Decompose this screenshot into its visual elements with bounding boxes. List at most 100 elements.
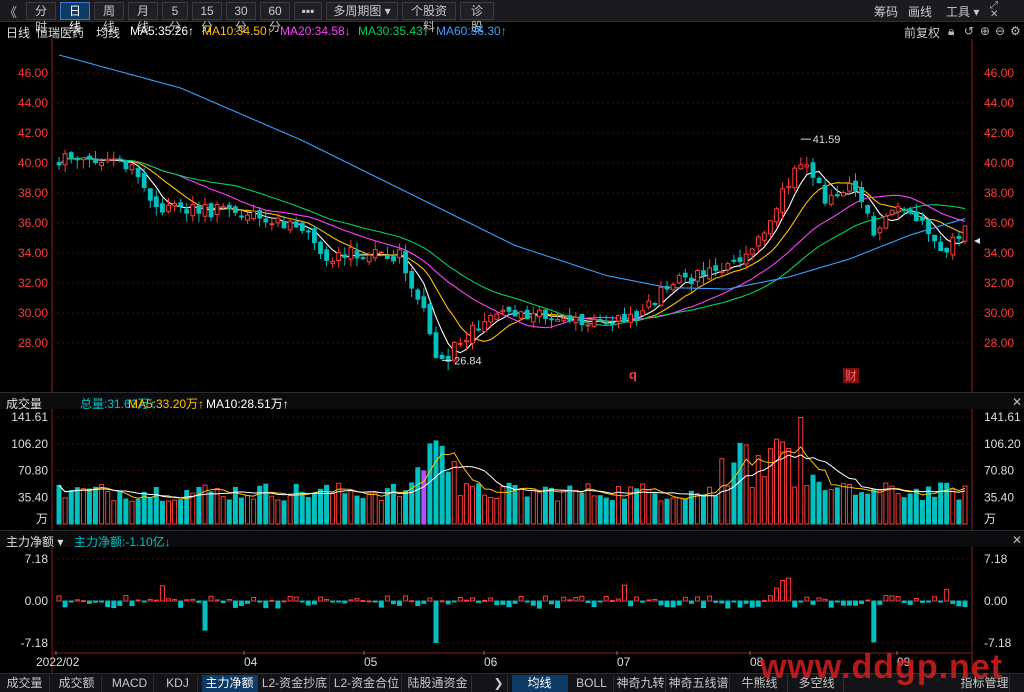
flow-bar[interactable] xyxy=(226,599,232,602)
volume-bar[interactable] xyxy=(135,498,141,525)
flow-bar[interactable] xyxy=(238,600,244,606)
flow-bar[interactable] xyxy=(214,599,220,602)
candle[interactable] xyxy=(354,242,360,267)
event-marker-finance[interactable]: 财 xyxy=(845,369,857,383)
flow-bar[interactable] xyxy=(74,599,80,602)
candle[interactable] xyxy=(330,257,336,269)
volume-bar[interactable] xyxy=(755,455,761,525)
volume-bar[interactable] xyxy=(877,489,883,525)
flow-bar[interactable] xyxy=(597,600,603,603)
volume-bar[interactable] xyxy=(196,486,202,525)
flow-bar[interactable] xyxy=(299,600,305,603)
candle[interactable] xyxy=(701,261,706,284)
close-icon[interactable]: ✕ xyxy=(990,9,998,20)
flow-bar[interactable] xyxy=(178,600,184,608)
toolbar-button-7[interactable]: 60分 xyxy=(260,2,290,34)
tab-9[interactable]: BOLL xyxy=(570,675,614,692)
zoom-in-icon[interactable]: ⊕ xyxy=(980,24,990,38)
flow-bar[interactable] xyxy=(251,597,257,602)
volume-bar[interactable] xyxy=(822,490,828,525)
flow-bar[interactable] xyxy=(123,595,129,602)
flow-bar[interactable] xyxy=(798,600,804,603)
volume-bar[interactable] xyxy=(846,484,852,525)
draw-button[interactable]: 画线 xyxy=(908,3,932,20)
volume-bar[interactable] xyxy=(603,497,609,525)
flow-bar[interactable] xyxy=(318,596,323,602)
flow-bar[interactable] xyxy=(926,600,931,603)
flow-bar[interactable] xyxy=(403,595,409,602)
flow-bar[interactable] xyxy=(360,600,366,602)
flow-bar[interactable] xyxy=(245,600,250,604)
volume-bar[interactable] xyxy=(251,498,257,525)
flow-bar[interactable] xyxy=(506,600,512,608)
flow-bar[interactable] xyxy=(330,600,336,603)
flow-bar[interactable] xyxy=(202,600,208,631)
volume-bar[interactable] xyxy=(445,471,451,525)
flow-bar[interactable] xyxy=(512,600,518,604)
volume-bar[interactable] xyxy=(190,492,196,525)
flow-bar[interactable] xyxy=(287,595,293,602)
flow-bar[interactable] xyxy=(622,584,627,602)
toolbar-button-5[interactable]: 15分 xyxy=(192,2,222,34)
flow-bar[interactable] xyxy=(421,600,427,604)
volume-bar[interactable] xyxy=(506,482,512,525)
volume-bar[interactable] xyxy=(853,494,858,525)
flow-bar[interactable] xyxy=(93,600,98,603)
volume-bar[interactable] xyxy=(682,498,688,525)
candle[interactable] xyxy=(226,201,232,218)
candle[interactable] xyxy=(731,254,737,265)
candle[interactable] xyxy=(652,301,658,308)
volume-bar[interactable] xyxy=(342,493,348,525)
flow-bar[interactable] xyxy=(494,600,500,606)
volume-bar[interactable] xyxy=(390,483,396,525)
flow-bar[interactable] xyxy=(372,600,378,603)
flow-bar[interactable] xyxy=(62,600,68,608)
flow-bar[interactable] xyxy=(652,599,658,602)
candle[interactable] xyxy=(761,230,767,246)
flow-bar[interactable] xyxy=(719,600,725,604)
candle[interactable] xyxy=(129,163,135,175)
volume-bar[interactable] xyxy=(938,482,944,525)
candle[interactable] xyxy=(427,300,433,336)
candle[interactable] xyxy=(482,312,488,333)
flow-bar[interactable] xyxy=(792,600,798,608)
volume-bar[interactable] xyxy=(208,491,214,525)
flow-bar[interactable] xyxy=(445,600,451,605)
flow-bar[interactable] xyxy=(913,598,919,602)
candle[interactable] xyxy=(524,305,530,320)
flow-bar[interactable] xyxy=(634,596,640,602)
candle[interactable] xyxy=(932,234,938,249)
candle[interactable] xyxy=(859,181,865,209)
flow-bar[interactable] xyxy=(415,600,421,606)
flow-bar[interactable] xyxy=(755,600,761,607)
flow-bar[interactable] xyxy=(816,597,822,602)
candle[interactable] xyxy=(56,157,62,170)
toolbar-button-8[interactable]: ▪▪▪ xyxy=(294,2,322,20)
volume-bar[interactable] xyxy=(840,483,846,525)
volume-bar[interactable] xyxy=(865,493,871,525)
flow-bar[interactable] xyxy=(919,600,925,603)
volume-bar[interactable] xyxy=(348,490,354,525)
flow-bar[interactable] xyxy=(846,600,852,606)
volume-bar[interactable] xyxy=(549,487,554,525)
volume-bar[interactable] xyxy=(713,495,719,525)
flow-bar[interactable] xyxy=(153,599,159,602)
volume-bar[interactable] xyxy=(798,417,804,525)
candle[interactable] xyxy=(147,188,153,208)
tabs-scroll-icon[interactable]: ❯ xyxy=(490,675,508,692)
settings-icon[interactable]: ⚙ xyxy=(1010,24,1021,38)
candle[interactable] xyxy=(360,252,366,260)
volume-bar[interactable] xyxy=(561,489,567,525)
candle[interactable] xyxy=(865,204,871,218)
flow-bar[interactable] xyxy=(117,600,123,606)
flow-bar[interactable] xyxy=(439,600,445,603)
flow-bar[interactable] xyxy=(476,600,482,603)
candle[interactable] xyxy=(220,202,226,210)
flow-bar[interactable] xyxy=(141,600,147,603)
volume-bar[interactable] xyxy=(530,488,536,525)
flow-bar[interactable] xyxy=(658,600,664,606)
volume-bar[interactable] xyxy=(220,496,226,525)
flow-bar[interactable] xyxy=(536,600,542,609)
volume-bar[interactable] xyxy=(166,500,171,525)
volume-bar[interactable] xyxy=(482,494,488,525)
